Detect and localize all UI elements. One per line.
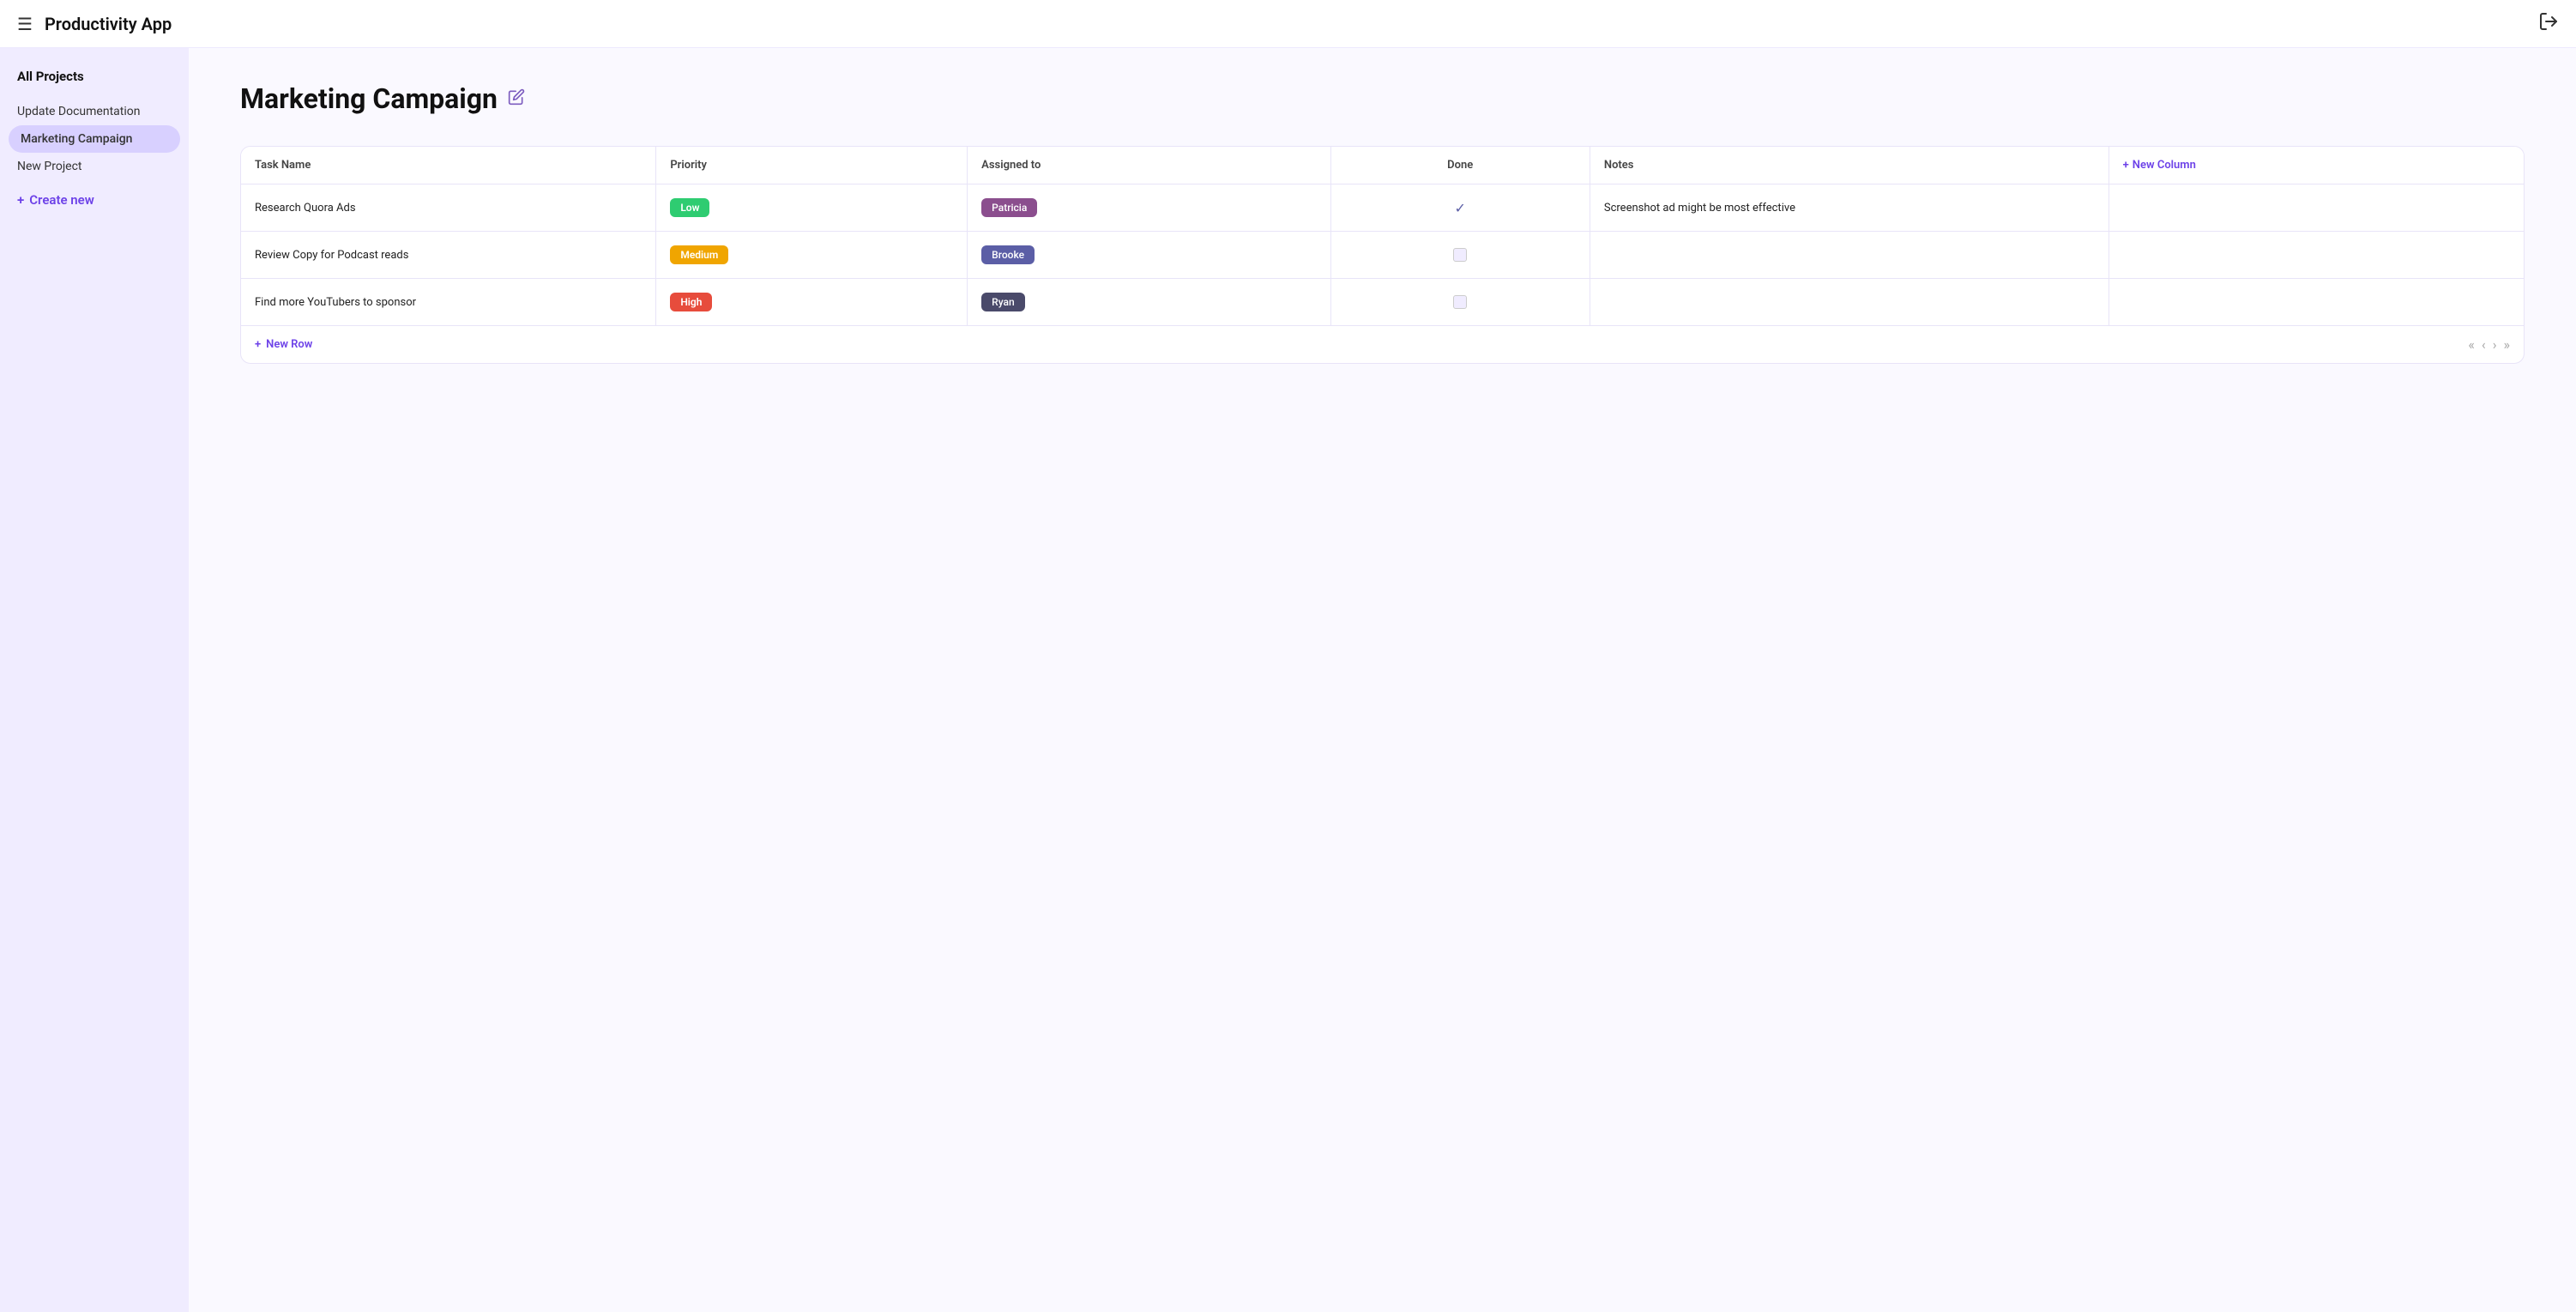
col-header-notes: Notes (1590, 147, 2108, 184)
checkbox-unchecked[interactable] (1453, 295, 1467, 309)
col-header-task-name: Task Name (241, 147, 656, 184)
sidebar-item-marketing-campaign[interactable]: Marketing Campaign (9, 125, 180, 153)
plus-icon: + (17, 192, 24, 208)
cell-new-column (2108, 184, 2524, 232)
col-header-done: Done (1330, 147, 1590, 184)
table-footer: + New Row « ‹ › » (241, 325, 2524, 363)
plus-icon: + (255, 338, 261, 351)
layout: All Projects Update Documentation Market… (0, 48, 2576, 1312)
page-header: Marketing Campaign (240, 82, 2525, 115)
app-title: Productivity App (45, 14, 172, 34)
priority-badge: Low (670, 198, 709, 217)
cell-done[interactable] (1330, 232, 1590, 279)
cell-assigned-to[interactable]: Patricia (968, 184, 1330, 232)
cell-task-name: Research Quora Ads (241, 184, 656, 232)
col-header-assigned-to: Assigned to (968, 147, 1330, 184)
create-new-button[interactable]: + Create new (0, 184, 189, 216)
cell-priority[interactable]: Low (656, 184, 968, 232)
checkbox-checked[interactable]: ✓ (1453, 201, 1467, 215)
plus-icon: + (2123, 159, 2129, 172)
header: ☰ Productivity App (0, 0, 2576, 48)
priority-badge: Medium (670, 245, 728, 264)
assignee-badge: Ryan (981, 293, 1025, 311)
cell-new-column (2108, 232, 2524, 279)
checkbox-unchecked[interactable] (1453, 248, 1467, 262)
prev-page-button[interactable]: ‹ (2482, 336, 2486, 353)
edit-icon[interactable] (508, 88, 525, 110)
page-title: Marketing Campaign (240, 82, 498, 115)
cell-assigned-to[interactable]: Ryan (968, 279, 1330, 326)
col-header-new-column[interactable]: + New Column (2108, 147, 2524, 184)
cell-priority[interactable]: Medium (656, 232, 968, 279)
cell-notes (1590, 232, 2108, 279)
col-header-priority: Priority (656, 147, 968, 184)
header-left: ☰ Productivity App (17, 14, 172, 34)
pagination-controls: « ‹ › » (2468, 336, 2510, 353)
sidebar-section-title: All Projects (0, 69, 189, 84)
cell-notes: Screenshot ad might be most effective (1590, 184, 2108, 232)
cell-task-name: Find more YouTubers to sponsor (241, 279, 656, 326)
next-page-button[interactable]: › (2493, 336, 2497, 353)
cell-new-column (2108, 279, 2524, 326)
assignee-badge: Brooke (981, 245, 1035, 264)
table-header-row: Task Name Priority Assigned to Done Note (241, 147, 2524, 184)
main-content: Marketing Campaign Task Name Priority (189, 48, 2576, 1312)
logout-icon[interactable] (2538, 11, 2559, 37)
sidebar: All Projects Update Documentation Market… (0, 48, 189, 1312)
first-page-button[interactable]: « (2468, 336, 2475, 353)
assignee-badge: Patricia (981, 198, 1037, 217)
menu-icon[interactable]: ☰ (17, 14, 33, 34)
table-row: Research Quora Ads Low Patricia ✓ Screenshot… (241, 184, 2524, 232)
cell-assigned-to[interactable]: Brooke (968, 232, 1330, 279)
cell-task-name: Review Copy for Podcast reads (241, 232, 656, 279)
table-row: Review Copy for Podcast reads Medium Brook… (241, 232, 2524, 279)
cell-done[interactable]: ✓ (1330, 184, 1590, 232)
cell-notes (1590, 279, 2108, 326)
task-table: Task Name Priority Assigned to Done Note (241, 147, 2524, 325)
cell-priority[interactable]: High (656, 279, 968, 326)
sidebar-item-new-project[interactable]: New Project (0, 153, 189, 180)
new-column-button[interactable]: + New Column (2123, 159, 2510, 172)
table-row: Find more YouTubers to sponsor High Ryan (241, 279, 2524, 326)
priority-badge: High (670, 293, 712, 311)
last-page-button[interactable]: » (2504, 336, 2511, 353)
task-table-container: Task Name Priority Assigned to Done Note (240, 146, 2525, 364)
cell-done[interactable] (1330, 279, 1590, 326)
new-row-button[interactable]: + New Row (255, 338, 312, 351)
sidebar-item-update-documentation[interactable]: Update Documentation (0, 98, 189, 125)
